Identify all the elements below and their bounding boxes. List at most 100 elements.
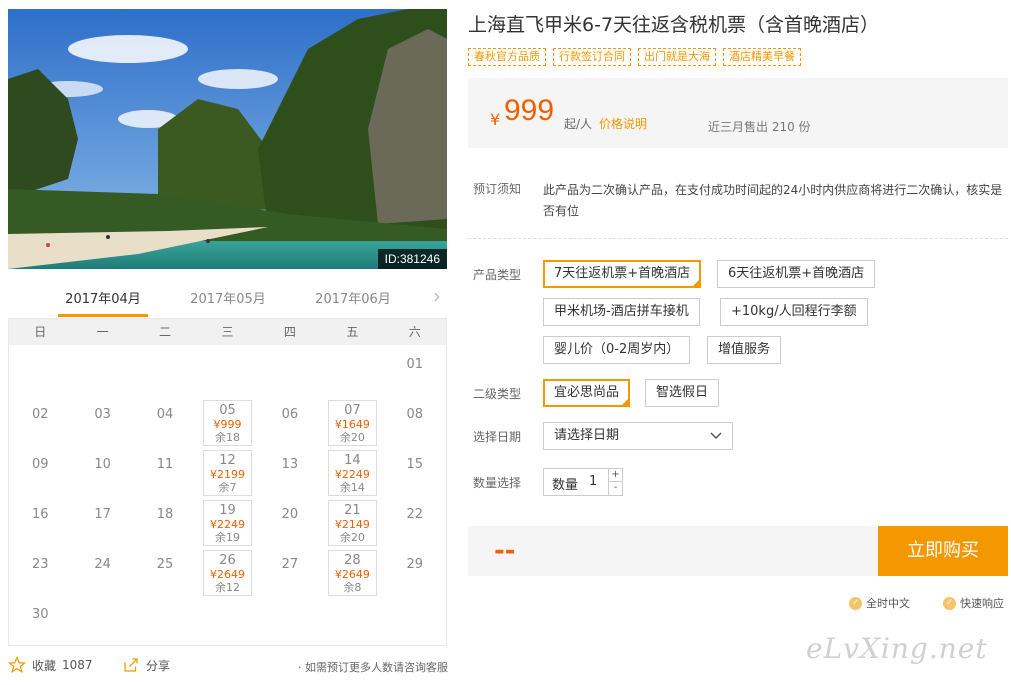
day-price-box[interactable]: 28 ¥2649 余8 — [328, 550, 377, 596]
weekday: 日 — [34, 325, 47, 339]
day-price: ¥2649 — [209, 568, 245, 581]
date-select[interactable]: 请选择日期 — [543, 422, 733, 450]
buy-now-button[interactable]: 立即购买 — [878, 526, 1008, 576]
day-price: ¥1649 — [334, 418, 370, 431]
share-button[interactable]: 分享 — [122, 656, 170, 674]
day-number: 04 — [156, 407, 174, 422]
share-label: 分享 — [146, 658, 171, 673]
day-price-box[interactable]: 19 ¥2249 余19 — [203, 500, 252, 546]
day-number: 20 — [281, 507, 299, 522]
guarantee-label: 快速响应 — [960, 597, 1004, 610]
day-number: 17 — [94, 507, 111, 522]
weekday: 六 — [408, 325, 421, 339]
calendar-day: 02 — [9, 397, 71, 447]
calendar-day[interactable]: 05 ¥999 余18 — [196, 397, 258, 447]
qty-value[interactable]: 1 — [589, 474, 597, 489]
option-sub-type-1[interactable]: 宜必思尚品 — [543, 379, 631, 407]
calendar-day: 09 — [9, 447, 71, 497]
day-number: 09 — [31, 457, 49, 472]
calendar-day: 11 — [134, 447, 196, 497]
total-price: -- — [494, 536, 516, 566]
day-number: 13 — [281, 457, 299, 472]
day-number: 24 — [94, 557, 111, 572]
option-product-type-1[interactable]: 7天往返机票+首晚酒店 — [543, 260, 702, 288]
share-icon — [124, 658, 138, 672]
option-sub-type-2[interactable]: 智选假日 — [645, 379, 720, 407]
price-help-link[interactable]: 价格说明 — [599, 115, 647, 132]
option-product-type-4[interactable]: +10kg/人回程行李额 — [720, 298, 868, 326]
tab-month-3[interactable]: 2017年06月 — [308, 288, 398, 307]
star-icon — [8, 656, 26, 674]
calendar-day[interactable]: 26 ¥2649 余12 — [196, 547, 258, 597]
day-price: ¥2249 — [334, 468, 370, 481]
calendar-empty — [9, 347, 71, 397]
price-unit: 起/人 — [564, 117, 593, 131]
calendar-day: 24 — [71, 547, 133, 597]
day-price-box[interactable]: 26 ¥2649 余12 — [203, 550, 252, 596]
day-number: 10 — [94, 457, 111, 472]
calendar-day[interactable]: 21 ¥2149 余20 — [321, 497, 383, 547]
day-number: 27 — [281, 557, 299, 572]
option-product-type-6[interactable]: 增值服务 — [707, 336, 782, 364]
calendar-empty — [321, 347, 383, 397]
day-number: 01 — [406, 357, 424, 372]
calendar-day[interactable]: 19 ¥2249 余19 — [196, 497, 258, 547]
day-number: 15 — [406, 457, 424, 472]
guarantee-label: 全时中文 — [866, 597, 910, 610]
quantity-stepper: 数量 1 + - — [543, 468, 623, 496]
day-number: 23 — [31, 557, 49, 572]
day-price-box[interactable]: 21 ¥2149 余20 — [328, 500, 377, 546]
day-number: 18 — [156, 507, 174, 522]
guarantee-chinese: ✓ 全时中文 — [849, 595, 910, 611]
day-price: ¥999 — [213, 418, 242, 431]
calendar-day: 18 — [134, 497, 196, 547]
day-price-box[interactable]: 07 ¥1649 余20 — [328, 400, 377, 446]
day-price-box[interactable]: 14 ¥2249 余14 — [328, 450, 377, 496]
day-number: 12 — [219, 453, 236, 468]
day-number: 30 — [31, 607, 49, 622]
weekday: 四 — [283, 325, 296, 339]
calendar-day: 23 — [9, 547, 71, 597]
calendar-empty — [134, 347, 196, 397]
day-stock: 余20 — [339, 531, 365, 544]
day-stock: 余19 — [214, 531, 240, 544]
day-price-box[interactable]: 12 ¥2199 余7 — [203, 450, 252, 496]
day-stock: 余20 — [339, 431, 365, 444]
price-calendar: 日 一 二 三 四 五 六 01 02 03 04 05 ¥999 余18 06 07 ¥1649… — [8, 318, 447, 646]
calendar-day[interactable]: 28 ¥2649 余8 — [321, 547, 383, 597]
day-number: 05 — [219, 403, 236, 418]
tab-month-1[interactable]: 2017年04月 — [58, 288, 148, 317]
chevron-right-icon[interactable]: › — [433, 286, 441, 306]
qty-plus-button[interactable]: + — [608, 469, 622, 482]
watermark-logo: eLvXing.net — [806, 632, 988, 665]
sub-type-label: 二级类型 — [473, 387, 522, 401]
day-stock: 余14 — [339, 481, 365, 494]
day-number: 22 — [406, 507, 424, 522]
feature-tag: 春秋官方品质 — [468, 48, 546, 66]
currency-symbol: ¥ — [490, 110, 501, 129]
buy-bar: -- 立即购买 — [468, 526, 1008, 576]
qty-minus-button[interactable]: - — [608, 482, 622, 495]
check-icon: ✓ — [849, 596, 862, 610]
option-product-type-2[interactable]: 6天往返机票+首晚酒店 — [717, 260, 876, 288]
calendar-day[interactable]: 14 ¥2249 余14 — [321, 447, 383, 497]
bottom-bar: 收藏 1087 分享 · 如需预订更多人数请咨询客服 — [8, 656, 448, 678]
weekday-header: 日 一 二 三 四 五 六 — [9, 319, 446, 345]
day-number: 19 — [219, 503, 236, 518]
option-product-type-3[interactable]: 甲米机场-酒店拼车接机 — [543, 298, 700, 326]
notice-label: 预订须知 — [473, 182, 522, 196]
weekday: 三 — [221, 325, 234, 339]
tab-month-2[interactable]: 2017年05月 — [183, 288, 273, 307]
feature-tag: 酒店精美早餐 — [723, 48, 801, 66]
calendar-grid: 01 02 03 04 05 ¥999 余18 06 07 ¥1649 余20 08 09 10 11 12 ¥… — [9, 345, 446, 647]
calendar-day[interactable]: 12 ¥2199 余7 — [196, 447, 258, 497]
day-number: 26 — [219, 553, 236, 568]
day-price: ¥2199 — [209, 468, 245, 481]
day-price-box[interactable]: 05 ¥999 余18 — [203, 400, 252, 446]
day-number: 28 — [344, 553, 361, 568]
chevron-down-icon — [710, 423, 722, 458]
product-title: 上海直飞甲米6-7天往返含税机票（含首晚酒店） — [468, 14, 880, 36]
calendar-day[interactable]: 07 ¥1649 余20 — [321, 397, 383, 447]
favorite-button[interactable]: 收藏 1087 — [8, 656, 93, 674]
option-product-type-5[interactable]: 婴儿价（0-2周岁内） — [543, 336, 691, 364]
